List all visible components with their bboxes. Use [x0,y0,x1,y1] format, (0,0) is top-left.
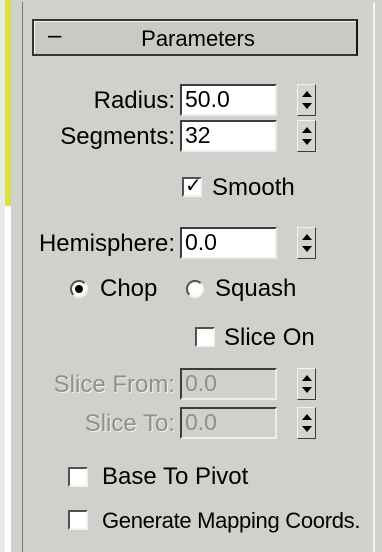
slice-from-label: Slice From: [53,371,175,398]
segments-spinner[interactable] [297,120,316,152]
spinner-up-icon[interactable] [302,91,312,97]
hemisphere-field[interactable]: 0.0 [180,227,277,259]
checkmark-icon: ✓ [185,175,202,197]
spinner-up-icon [302,375,312,381]
spinner-up-icon [302,414,312,420]
generate-mapping-coords-label[interactable]: Generate Mapping Coords. [102,508,360,534]
spinner-down-icon [302,387,312,393]
smooth-label[interactable]: Smooth [212,175,295,201]
spinner-down-icon[interactable] [302,246,312,252]
base-to-pivot-label[interactable]: Base To Pivot [102,464,248,490]
slice-to-field: 0.0 [180,407,277,439]
squash-radio[interactable] [186,280,204,298]
chop-radio[interactable] [70,280,88,298]
radius-spinner[interactable] [297,84,316,116]
segments-label: Segments: [60,123,175,150]
slice-to-label: Slice To: [84,410,175,437]
hemisphere-spinner[interactable] [297,227,316,259]
spinner-down-icon[interactable] [302,139,312,145]
rollout-title: Parameters [141,26,255,51]
slice-from-spinner [297,368,316,400]
generate-mapping-coords-checkbox[interactable] [68,510,88,530]
hemisphere-label: Hemisphere: [38,230,175,257]
smooth-checkbox[interactable]: ✓ [182,175,202,197]
spinner-up-icon[interactable] [302,234,312,240]
slice-from-field: 0.0 [180,368,277,400]
slice-on-checkbox[interactable] [195,327,215,347]
slice-on-label[interactable]: Slice On [224,325,315,351]
radio-selected-dot [75,285,83,293]
spinner-down-icon [302,426,312,432]
base-to-pivot-checkbox[interactable] [68,467,88,487]
radius-label: Radius: [93,87,175,114]
squash-label[interactable]: Squash [215,276,296,302]
segments-field[interactable]: 32 [180,120,277,152]
radius-field[interactable]: 50.0 [180,84,277,116]
spinner-up-icon[interactable] [302,127,312,133]
spinner-down-icon[interactable] [302,103,312,109]
chop-label[interactable]: Chop [100,276,157,302]
slice-to-spinner [297,407,316,439]
